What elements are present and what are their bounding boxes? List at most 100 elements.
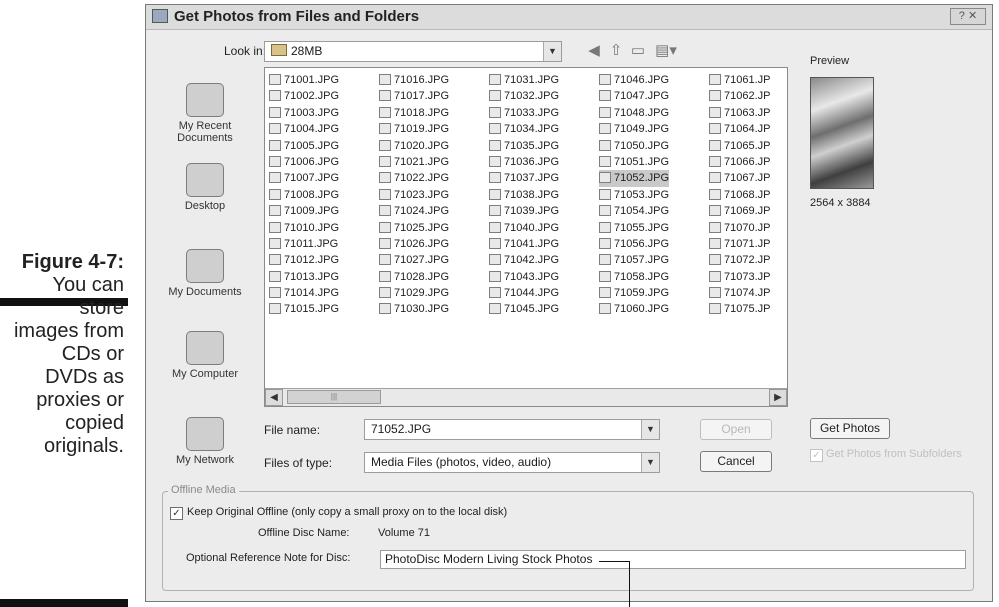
file-item[interactable]: 71037.JPG <box>489 170 559 186</box>
file-item[interactable]: 71049.JPG <box>599 121 669 137</box>
views-menu-icon[interactable]: ▤▾ <box>654 43 678 59</box>
file-item[interactable]: 71053.JPG <box>599 187 669 203</box>
place-my-documents[interactable]: My Documents <box>150 249 260 298</box>
scroll-right-icon[interactable]: ▶ <box>769 389 787 406</box>
file-item[interactable]: 71062.JP <box>709 88 770 104</box>
chevron-down-icon[interactable]: ▼ <box>641 420 659 439</box>
file-item[interactable]: 71032.JPG <box>489 88 559 104</box>
file-item[interactable]: 71064.JP <box>709 121 770 137</box>
file-item[interactable]: 71011.JPG <box>269 236 339 252</box>
file-item[interactable]: 71059.JPG <box>599 285 669 301</box>
file-item[interactable]: 71021.JPG <box>379 154 449 170</box>
horizontal-scrollbar[interactable]: ◀ ||| ▶ <box>265 388 787 406</box>
place-my-computer[interactable]: My Computer <box>150 331 260 380</box>
file-item[interactable]: 71051.JPG <box>599 154 669 170</box>
new-folder-icon[interactable]: ▭ <box>630 43 646 59</box>
file-item[interactable]: 71050.JPG <box>599 138 669 154</box>
file-item[interactable]: 71006.JPG <box>269 154 339 170</box>
file-item[interactable]: 71043.JPG <box>489 269 559 285</box>
file-item[interactable]: 71027.JPG <box>379 252 449 268</box>
file-item[interactable]: 71041.JPG <box>489 236 559 252</box>
look-in-combo[interactable]: 28MB ▼ <box>264 41 562 62</box>
help-close-buttons[interactable]: ? ✕ <box>950 8 986 25</box>
file-item[interactable]: 71055.JPG <box>599 220 669 236</box>
file-item[interactable]: 71001.JPG <box>269 72 339 88</box>
title-bar[interactable]: Get Photos from Files and Folders ? ✕ <box>146 5 992 30</box>
chevron-down-icon[interactable]: ▼ <box>641 453 659 472</box>
up-folder-icon[interactable]: ⇧ <box>608 43 624 59</box>
file-item[interactable]: 71074.JP <box>709 285 770 301</box>
file-item[interactable]: 71005.JPG <box>269 138 339 154</box>
cancel-button[interactable]: Cancel <box>700 451 772 472</box>
file-item[interactable]: 71008.JPG <box>269 187 339 203</box>
file-item[interactable]: 71057.JPG <box>599 252 669 268</box>
file-item[interactable]: 71028.JPG <box>379 269 449 285</box>
file-item[interactable]: 71017.JPG <box>379 88 449 104</box>
file-item[interactable]: 71020.JPG <box>379 138 449 154</box>
file-name-combo[interactable]: 71052.JPG ▼ <box>364 419 660 440</box>
file-item[interactable]: 71025.JPG <box>379 220 449 236</box>
file-item[interactable]: 71047.JPG <box>599 88 669 104</box>
place-desktop[interactable]: Desktop <box>150 163 260 212</box>
file-item[interactable]: 71069.JP <box>709 203 770 219</box>
open-button[interactable]: Open <box>700 419 772 440</box>
file-item[interactable]: 71060.JPG <box>599 301 669 317</box>
file-item[interactable]: 71016.JPG <box>379 72 449 88</box>
file-item[interactable]: 71042.JPG <box>489 252 559 268</box>
file-item[interactable]: 71065.JP <box>709 138 770 154</box>
file-item[interactable]: 71002.JPG <box>269 88 339 104</box>
file-item[interactable]: 71029.JPG <box>379 285 449 301</box>
place-my-recent-documents[interactable]: My Recent Documents <box>150 83 260 144</box>
file-item[interactable]: 71040.JPG <box>489 220 559 236</box>
file-item[interactable]: 71024.JPG <box>379 203 449 219</box>
file-item[interactable]: 71023.JPG <box>379 187 449 203</box>
file-item[interactable]: 71035.JPG <box>489 138 559 154</box>
file-item[interactable]: 71039.JPG <box>489 203 559 219</box>
file-item[interactable]: 71009.JPG <box>269 203 339 219</box>
subfolders-checkbox[interactable]: ✓ <box>810 449 823 462</box>
file-item[interactable]: 71030.JPG <box>379 301 449 317</box>
file-item[interactable]: 71034.JPG <box>489 121 559 137</box>
keep-original-checkbox[interactable]: ✓ <box>170 507 183 520</box>
file-item[interactable]: 71010.JPG <box>269 220 339 236</box>
file-item[interactable]: 71072.JP <box>709 252 770 268</box>
get-photos-button[interactable]: Get Photos <box>810 418 890 439</box>
file-item[interactable]: 71061.JP <box>709 72 770 88</box>
file-item[interactable]: 71054.JPG <box>599 203 669 219</box>
file-item[interactable]: 71003.JPG <box>269 105 339 121</box>
chevron-down-icon[interactable]: ▼ <box>543 42 561 61</box>
file-item[interactable]: 71038.JPG <box>489 187 559 203</box>
file-item[interactable]: 71071.JP <box>709 236 770 252</box>
file-item[interactable]: 71046.JPG <box>599 72 669 88</box>
file-item[interactable]: 71014.JPG <box>269 285 339 301</box>
file-item[interactable]: 71031.JPG <box>489 72 559 88</box>
file-item[interactable]: 71015.JPG <box>269 301 339 317</box>
file-item[interactable]: 71026.JPG <box>379 236 449 252</box>
scroll-left-icon[interactable]: ◀ <box>265 389 283 406</box>
file-item[interactable]: 71067.JP <box>709 170 770 186</box>
file-item[interactable]: 71022.JPG <box>379 170 449 186</box>
file-item[interactable]: 71068.JP <box>709 187 770 203</box>
place-my-network[interactable]: My Network <box>150 417 260 466</box>
file-list[interactable]: 71001.JPG 71002.JPG 71003.JPG 71004.JPG 7100… <box>264 67 788 407</box>
file-item[interactable]: 71058.JPG <box>599 269 669 285</box>
file-item[interactable]: 71045.JPG <box>489 301 559 317</box>
file-item[interactable]: 71019.JPG <box>379 121 449 137</box>
file-item[interactable]: 71018.JPG <box>379 105 449 121</box>
file-type-combo[interactable]: Media Files (photos, video, audio) ▼ <box>364 452 660 473</box>
file-item[interactable]: 71070.JP <box>709 220 770 236</box>
file-item[interactable]: 71073.JP <box>709 269 770 285</box>
back-icon[interactable]: ◀ <box>586 43 602 59</box>
file-item[interactable]: 71063.JP <box>709 105 770 121</box>
file-item[interactable]: 71013.JPG <box>269 269 339 285</box>
file-item[interactable]: 71052.JPG <box>599 170 670 187</box>
file-item[interactable]: 71012.JPG <box>269 252 339 268</box>
ref-note-input[interactable]: PhotoDisc Modern Living Stock Photos <box>380 550 966 569</box>
file-item[interactable]: 71044.JPG <box>489 285 559 301</box>
file-item[interactable]: 71036.JPG <box>489 154 559 170</box>
file-item[interactable]: 71056.JPG <box>599 236 669 252</box>
file-item[interactable]: 71033.JPG <box>489 105 559 121</box>
file-item[interactable]: 71066.JP <box>709 154 770 170</box>
scroll-thumb[interactable]: ||| <box>287 390 381 404</box>
file-item[interactable]: 71075.JP <box>709 301 770 317</box>
